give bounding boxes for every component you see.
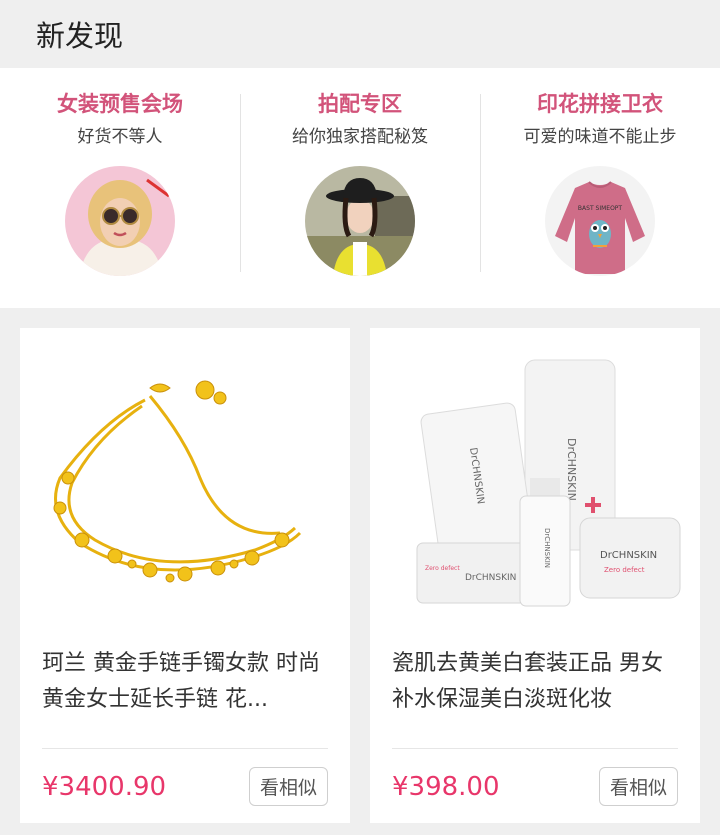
discover-subtitle: 给你独家搭配秘笈 — [292, 127, 428, 147]
discover-section: 女装预售会场 好货不等人 拍配专区 给你独家搭配秘笈 印花拼接卫衣 可爱的味道不… — [0, 68, 720, 308]
find-similar-button[interactable]: 看相似 — [598, 767, 678, 806]
discover-item-sweatshirt[interactable]: 印花拼接卫衣 可爱的味道不能止步 BAST SIMEOPT — [480, 68, 720, 276]
discover-item-matching[interactable]: 拍配专区 给你独家搭配秘笈 — [240, 68, 480, 276]
page-title: 新发现 — [36, 19, 124, 53]
product-card[interactable]: 珂兰 黄金手链手镯女款 时尚黄金女士延长手链 花... ¥3400.90 看相似 — [20, 328, 350, 823]
product-image-gold-bracelet[interactable] — [20, 328, 350, 628]
discover-image-fashion[interactable] — [65, 166, 175, 276]
product-footer: ¥3400.90 看相似 — [20, 749, 350, 806]
discover-image-outfit[interactable] — [305, 166, 415, 276]
product-image-skincare-set[interactable]: DrCHNSKIN DrCHNSKIN DrCHNSKIN Zero defec… — [370, 328, 700, 628]
discover-title: 女装预售会场 — [57, 92, 183, 116]
product-card[interactable]: DrCHNSKIN DrCHNSKIN DrCHNSKIN Zero defec… — [370, 328, 700, 823]
discover-subtitle: 可爱的味道不能止步 — [523, 127, 677, 147]
product-price: ¥398.00 — [392, 771, 500, 802]
zero-defect-label: Zero defect — [604, 566, 645, 574]
brand-label: DrCHNSKIN — [465, 573, 516, 583]
discover-title: 印花拼接卫衣 — [537, 92, 663, 116]
zero-defect-label: Zero defect — [425, 565, 460, 572]
product-price: ¥3400.90 — [42, 771, 167, 802]
product-title[interactable]: 珂兰 黄金手链手镯女款 时尚黄金女士延长手链 花... — [20, 628, 350, 734]
product-title[interactable]: 瓷肌去黄美白套装正品 男女补水保湿美白淡斑化妆 — [370, 628, 700, 734]
discover-item-presale[interactable]: 女装预售会场 好货不等人 — [0, 68, 240, 276]
discover-subtitle: 好货不等人 — [77, 127, 163, 147]
brand-label: DrCHNSKIN — [565, 438, 578, 501]
page-header: 新发现 — [0, 0, 720, 68]
brand-label: DrCHNSKIN — [543, 528, 551, 568]
product-footer: ¥398.00 看相似 — [370, 749, 700, 806]
product-grid: 珂兰 黄金手链手镯女款 时尚黄金女士延长手链 花... ¥3400.90 看相似… — [0, 308, 720, 823]
brand-label: DrCHNSKIN — [600, 550, 657, 561]
discover-image-sweatshirt[interactable]: BAST SIMEOPT — [545, 166, 655, 276]
discover-title: 拍配专区 — [318, 92, 402, 116]
find-similar-button[interactable]: 看相似 — [248, 767, 328, 806]
shirt-print-text: BAST SIMEOPT — [578, 205, 622, 212]
